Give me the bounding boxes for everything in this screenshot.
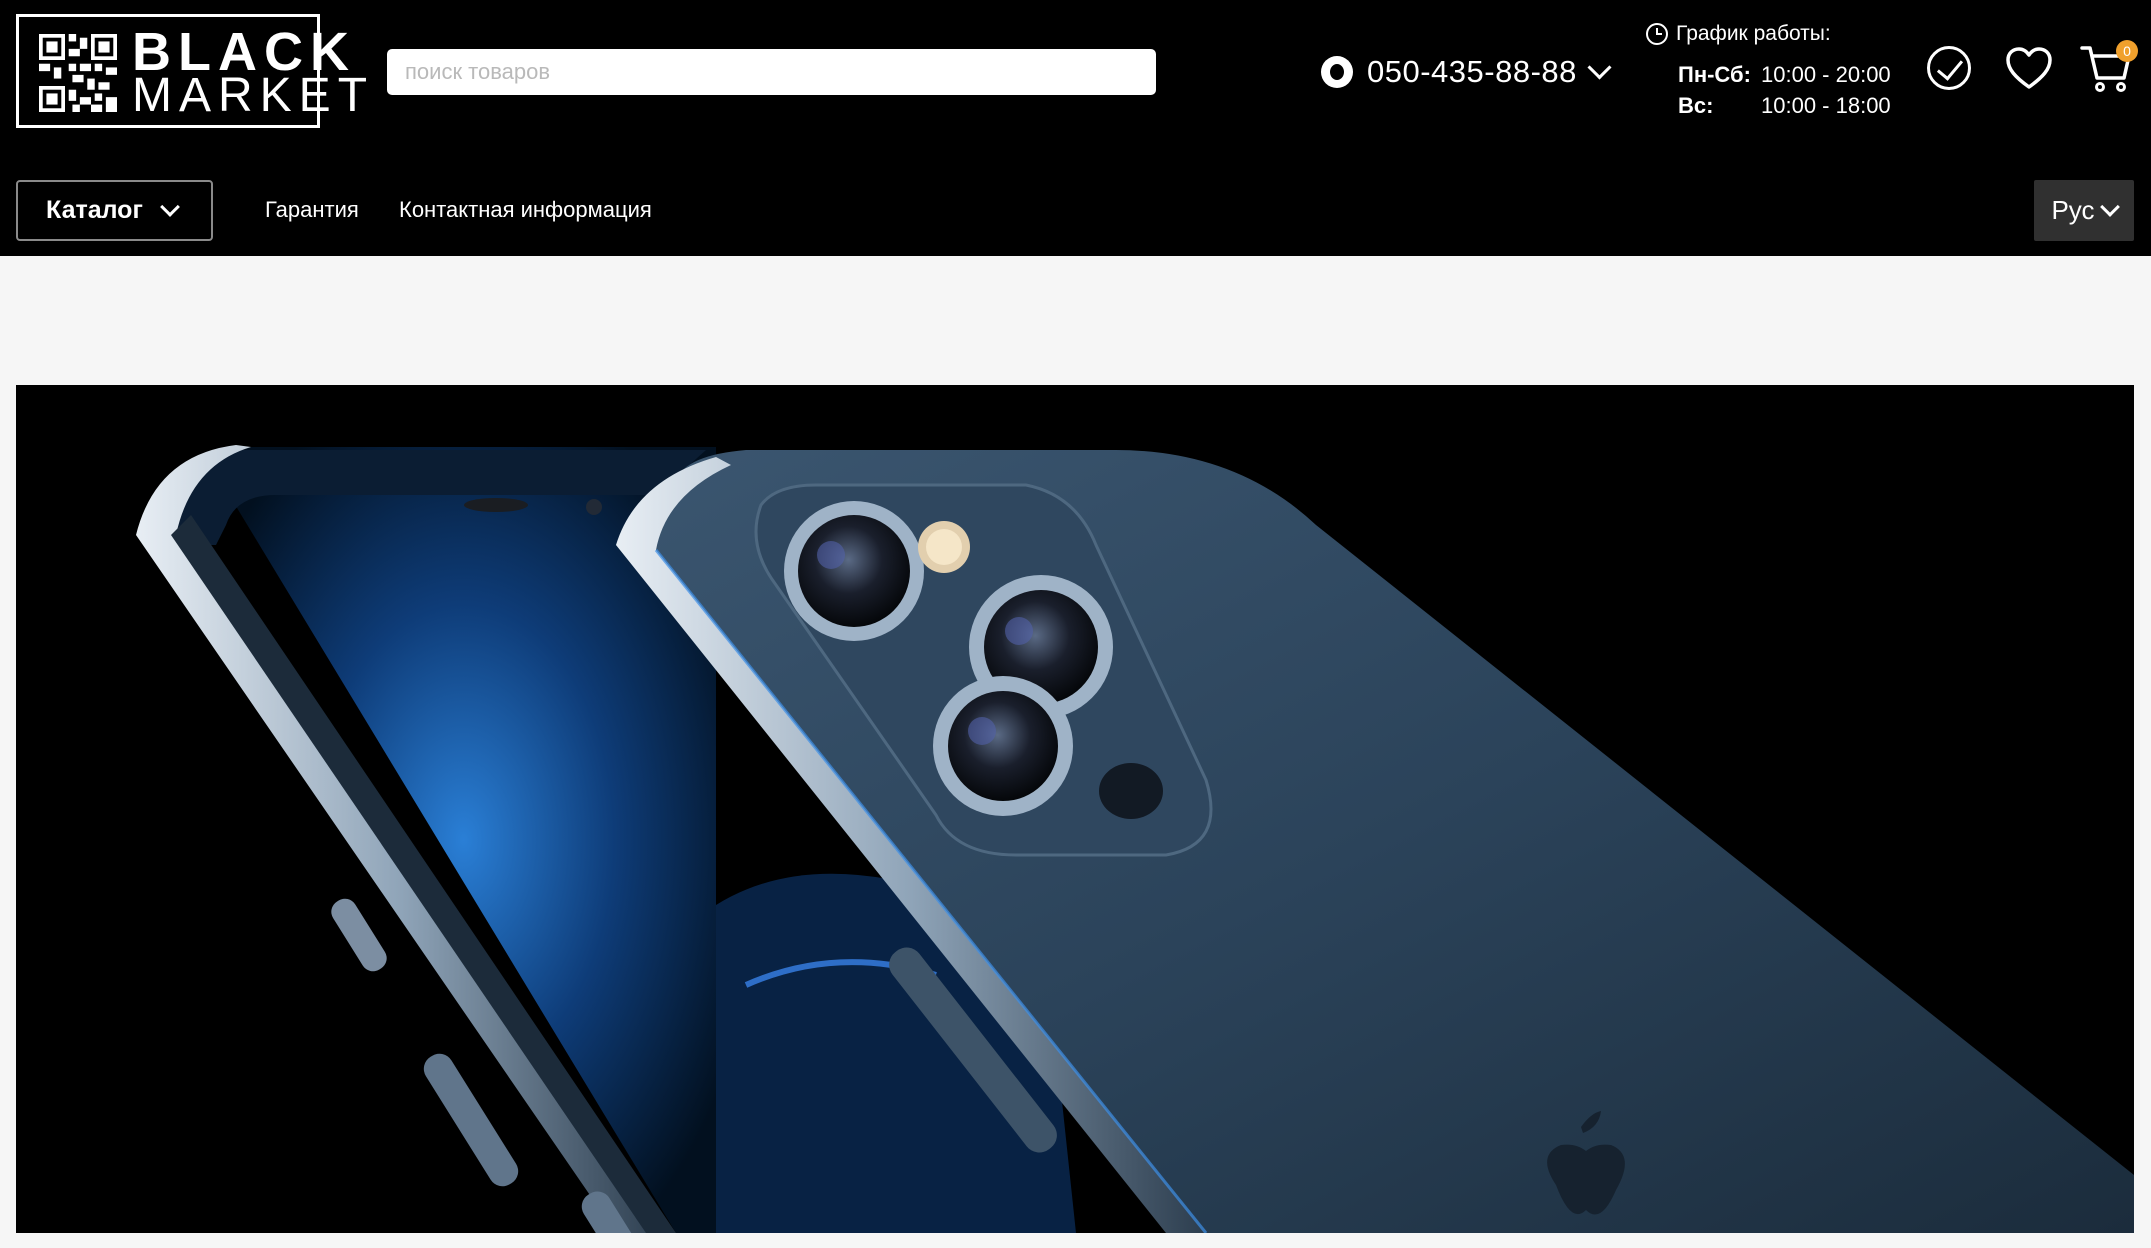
chevron-down-icon [159, 197, 180, 217]
nav-link-contacts[interactable]: Контактная информация [399, 197, 652, 223]
schedule-title-text: График работы: [1676, 22, 1831, 45]
language-label: Рус [2051, 195, 2095, 225]
cart-count-badge: 0 [2116, 40, 2138, 62]
chevron-down-icon [1587, 54, 1612, 80]
vodafone-icon [1321, 56, 1353, 88]
hero-banner[interactable] [16, 385, 2134, 1233]
phone-dropdown[interactable]: 050-435-88-88 [1321, 52, 1612, 92]
schedule-row: Пн-Сб: 10:00 - 20:00 [1678, 62, 1891, 88]
schedule-days: Пн-Сб: [1678, 62, 1751, 87]
schedule-hours: 10:00 - 18:00 [1761, 93, 1891, 118]
schedule-days: Вс: [1678, 93, 1714, 118]
clock-icon [1646, 23, 1668, 45]
qr-code-icon [39, 34, 117, 112]
site-logo[interactable]: BLACK MARKET [16, 14, 367, 128]
phone-product-image [136, 445, 2134, 1233]
search-input[interactable] [387, 49, 1156, 95]
site-header: BLACK MARKET 050-435-88-88 График работы… [0, 0, 2151, 256]
schedule-row: Вс: 10:00 - 18:00 [1678, 93, 1891, 119]
nav-link-warranty[interactable]: Гарантия [265, 197, 359, 223]
compare-check-icon[interactable] [1927, 46, 1971, 90]
catalog-label: Каталог [46, 196, 143, 224]
heart-icon[interactable] [2005, 46, 2053, 90]
schedule-hours: 10:00 - 20:00 [1761, 62, 1891, 87]
logo-text-market: MARKET [132, 69, 375, 122]
language-select[interactable]: Рус [2034, 180, 2134, 241]
phone-number: 050-435-88-88 [1367, 54, 1577, 89]
chevron-down-icon [2099, 197, 2120, 217]
schedule-title: График работы: [1646, 22, 1831, 46]
catalog-button[interactable]: Каталог [16, 180, 213, 241]
